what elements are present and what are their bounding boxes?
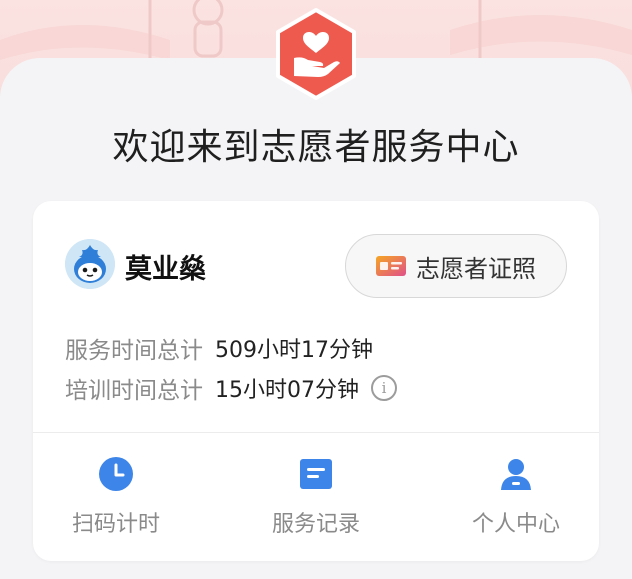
certificate-button-label: 志愿者证照 [416,254,536,283]
nav-label: 扫码计时 [71,512,160,537]
service-time-row: 服务时间总计 509小时17分钟 [65,331,373,365]
nav-personal-center[interactable]: 个人中心 [421,456,611,538]
stats-section: 服务时间总计 509小时17分钟 培训时间总计 15小时07分钟 i [33,321,599,431]
avatar[interactable] [65,239,115,289]
user-name: 莫业燊 [125,254,206,285]
person-icon [501,459,531,490]
record-icon [300,459,332,489]
training-time-value: 15小时07分钟 [215,378,359,403]
service-time-label: 服务时间总计 [65,338,203,364]
nav-scan-timing[interactable]: 扫码计时 [21,456,211,538]
training-time-label: 培训时间总计 [65,378,203,404]
volunteer-card: 莫业燊 志愿者证照 服务时间总计 509小时17分钟 培训时间总计 15小时07… [33,201,599,561]
nav-label: 服务记录 [271,512,360,537]
training-time-row: 培训时间总计 15小时07分钟 i [65,371,397,405]
service-time-value: 509小时17分钟 [215,338,373,363]
certificate-button[interactable]: 志愿者证照 [345,234,567,298]
nav-label: 个人中心 [471,512,560,537]
nav-service-records[interactable]: 服务记录 [221,456,411,538]
id-card-icon [376,256,406,276]
volunteer-logo-icon [276,8,356,100]
clock-icon [99,457,133,491]
avatar-icon [65,239,115,289]
info-icon[interactable]: i [371,375,397,401]
divider [33,432,599,433]
page-title: 欢迎来到志愿者服务中心 [112,127,520,168]
